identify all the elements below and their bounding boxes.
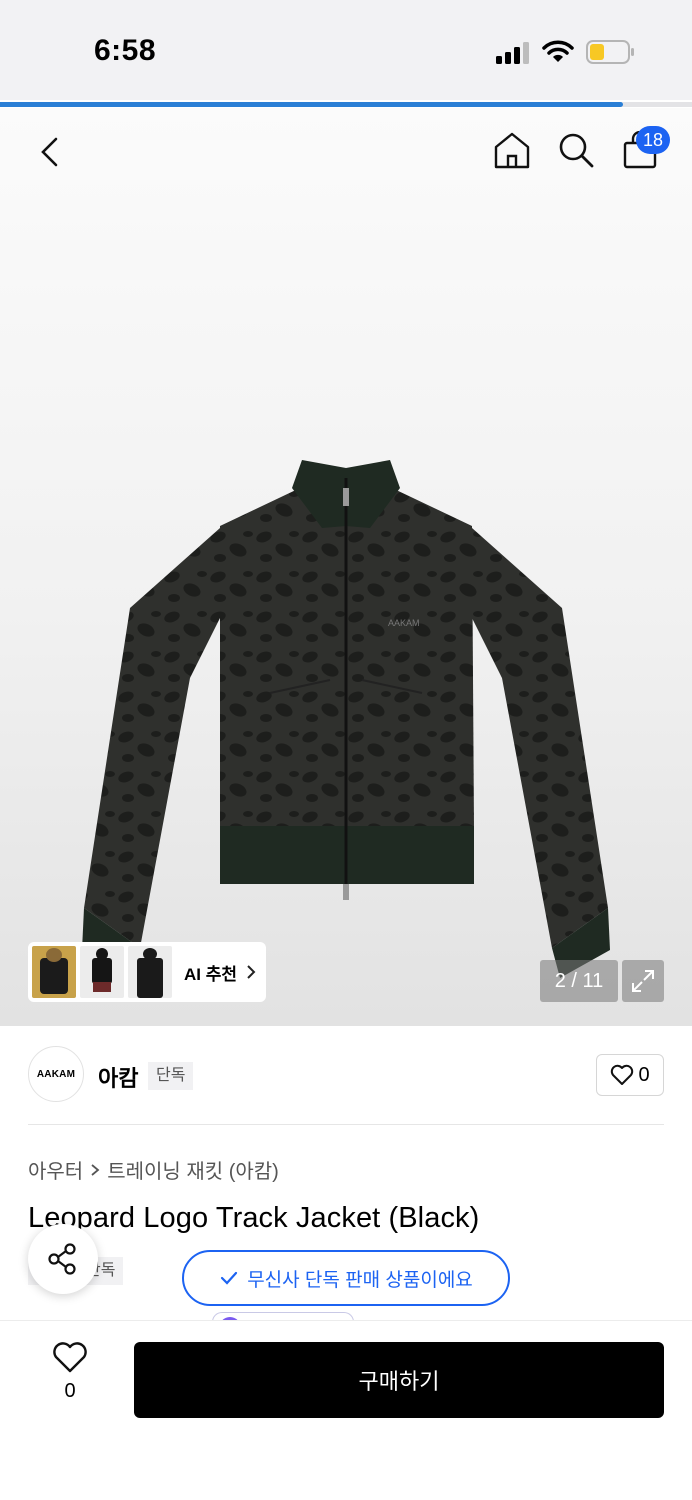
chevron-right-icon (91, 1163, 100, 1176)
breadcrumb: 아우터 트레이닝 재킷 (아캄) (28, 1155, 279, 1184)
product-title: Leopard Logo Track Jacket (Black) (28, 1202, 480, 1234)
heart-icon (611, 1064, 634, 1085)
check-icon (221, 1271, 238, 1285)
brand-name[interactable]: 아캄 (98, 1061, 138, 1093)
expand-image-button[interactable] (622, 960, 664, 1002)
home-button[interactable] (488, 126, 536, 174)
cellular-signal-icon (496, 42, 529, 64)
product-image-jacket: AAKAM (82, 460, 610, 978)
status-bar: 6:58 (0, 0, 692, 100)
breadcrumb-item-category[interactable]: 트레이닝 재킷 (아캄) (107, 1155, 279, 1184)
ai-recommend-label: AI 추천 (184, 964, 238, 984)
expand-icon (632, 970, 654, 992)
divider (28, 1124, 664, 1125)
ai-thumb-3 (128, 946, 172, 998)
ai-recommend-card[interactable]: AI 추천 (28, 942, 266, 1002)
search-button[interactable] (552, 126, 600, 174)
page-progress-bar (0, 102, 623, 107)
exclusive-tag: 단독 (148, 1062, 194, 1090)
battery-icon (586, 40, 634, 64)
brand-logo[interactable]: AAKAM (28, 1046, 84, 1102)
search-icon (559, 133, 594, 168)
status-time: 6:58 (94, 34, 157, 67)
image-page-counter: 2 / 11 (540, 960, 618, 1002)
chevron-left-icon (41, 137, 58, 167)
cart-count-badge: 18 (636, 126, 670, 154)
back-button[interactable] (26, 128, 74, 176)
ai-thumb-1 (32, 946, 76, 998)
chevron-right-icon (247, 965, 256, 979)
heart-icon (53, 1342, 87, 1373)
product-image-gallery[interactable]: AAKAM AI 추천 2 / 11 (0, 108, 692, 1026)
exclusive-notice-text: 무신사 단독 판매 상품이에요 (247, 1269, 473, 1291)
wishlist-button[interactable]: 0 (40, 1342, 100, 1418)
share-icon (48, 1243, 76, 1275)
jacket-logo-print: AAKAM (388, 618, 420, 628)
buy-button[interactable]: 구매하기 (134, 1342, 664, 1418)
exclusive-notice-tooltip: 무신사 단독 판매 상품이에요 (182, 1250, 510, 1306)
wishlist-count: 0 (64, 1380, 76, 1402)
ai-thumb-2 (80, 946, 124, 998)
home-icon (494, 132, 530, 169)
brand-like-count: 0 (638, 1063, 650, 1086)
share-button[interactable] (28, 1224, 98, 1294)
breadcrumb-item-outer[interactable]: 아우터 (28, 1155, 83, 1184)
wifi-icon (542, 40, 574, 62)
brand-like-button[interactable]: 0 (596, 1054, 664, 1096)
